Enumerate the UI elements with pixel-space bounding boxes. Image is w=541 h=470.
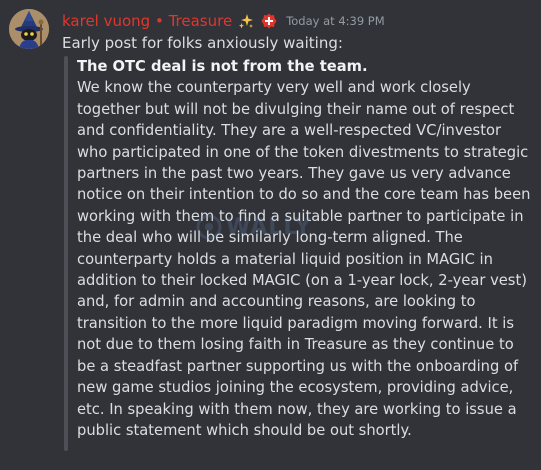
role-badge-icon[interactable]: [261, 13, 277, 29]
quote-line: public statement which should be out sho…: [77, 421, 412, 439]
quote-line: together but will not be divulging their…: [77, 100, 515, 118]
quote-line: who participated in one of the token div…: [77, 143, 529, 161]
quote-heading: The OTC deal is not from the team.: [77, 58, 368, 75]
sparkles-icon: [239, 14, 254, 29]
quote-line: etc. In speaking with them now, they are…: [77, 400, 517, 418]
blockquote: The OTC deal is not from the team. We kn…: [77, 56, 531, 441]
quote-line: not due to them losing faith in Treasure…: [77, 336, 514, 354]
message-intro-text: Early post for folks anxiously waiting:: [62, 34, 343, 52]
quote-line: notice on their intention to do so and t…: [77, 186, 531, 204]
message-timestamp[interactable]: Today at 4:39 PM: [286, 14, 384, 28]
quote-line: the deal who will be similarly long-term…: [77, 229, 463, 247]
avatar[interactable]: [9, 9, 49, 49]
quote-line: be a steadfast partner supporting us wit…: [77, 357, 519, 375]
quote-line: and confidentiality. They are a well-res…: [77, 122, 501, 140]
message-header: karel vuong • Treasure Today at 4:39 PM: [62, 10, 385, 32]
quote-line: We know the counterparty very well and w…: [77, 79, 471, 97]
blockquote-bar: [64, 56, 68, 451]
quote-line: working with them to find a suitable par…: [77, 207, 524, 225]
quote-line: counterparty holds a material liquid pos…: [77, 250, 493, 268]
wizard-avatar-icon: [9, 9, 49, 49]
quote-line: addition to their locked MAGIC (on a 1-y…: [77, 272, 527, 290]
author-username[interactable]: karel vuong • Treasure: [62, 12, 232, 30]
quote-line: new game studios joining the ecosystem, …: [77, 379, 514, 397]
quote-line: and, for admin and accounting reasons, a…: [77, 293, 476, 311]
quote-line: transition to the more liquid paradigm m…: [77, 314, 514, 332]
chat-message: karel vuong • Treasure Today at 4:39 PM …: [0, 0, 541, 470]
quote-line: partners in the past two years. They gav…: [77, 165, 511, 183]
